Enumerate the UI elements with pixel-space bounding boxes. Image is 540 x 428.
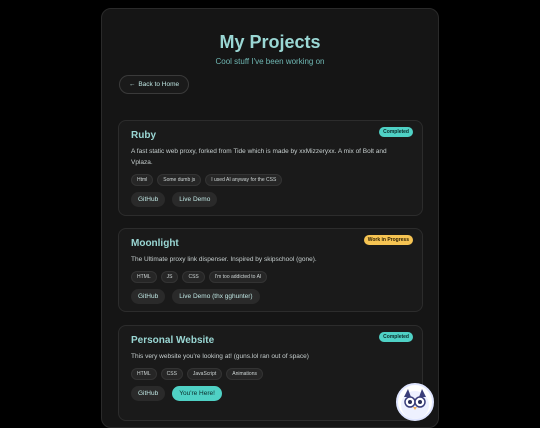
back-to-home-label: Back to Home <box>138 81 180 88</box>
projects-panel: My Projects Cool stuff I've been working… <box>101 8 439 428</box>
tech-tag: JavaScript <box>186 368 223 380</box>
tech-tag: HTML <box>131 271 157 283</box>
github-link[interactable]: GitHub <box>131 192 166 207</box>
tech-tag: Animations <box>226 368 263 380</box>
tech-tag: CSS <box>160 368 183 380</box>
tech-tag: HTML <box>131 368 157 380</box>
github-link[interactable]: GitHub <box>131 289 166 304</box>
project-card-personal-website: Personal Website Completed This very web… <box>118 325 423 421</box>
status-badge: Completed <box>379 332 413 342</box>
youre-here-button[interactable]: You're Here! <box>172 386 222 401</box>
github-link[interactable]: GitHub <box>131 386 166 401</box>
project-description: The Ultimate proxy link dispenser. Inspi… <box>131 256 317 263</box>
tech-tag: CSS <box>182 271 205 283</box>
owl-mascot-icon <box>401 389 429 419</box>
live-demo-link[interactable]: Live Demo (thx gghunter) <box>172 289 260 304</box>
status-badge: Work in Progress <box>363 235 413 245</box>
project-description: This very website you're looking at! (gu… <box>131 353 309 360</box>
project-card-ruby: Ruby Completed A fast static web proxy, … <box>118 120 423 216</box>
project-title: Personal Website <box>131 335 215 346</box>
tech-tag: JS <box>160 271 179 283</box>
tech-tag: Some dumb js <box>157 174 202 186</box>
back-to-home-button[interactable]: ← Back to Home <box>119 75 189 94</box>
project-title: Ruby <box>131 130 156 141</box>
project-description: A fast static web proxy, forked from Tid… <box>131 148 387 166</box>
tech-tag: I'm too addicted to AI <box>208 271 268 283</box>
page-subtitle: Cool stuff I've been working on <box>215 57 325 66</box>
page-title: My Projects <box>219 32 321 52</box>
project-title: Moonlight <box>131 238 179 249</box>
arrow-left-icon: ← <box>128 81 136 88</box>
live-demo-link[interactable]: Live Demo <box>172 192 218 207</box>
status-badge: Completed <box>379 127 413 137</box>
project-card-moonlight: Moonlight Work in Progress The Ultimate … <box>118 228 423 312</box>
tech-tag: Html <box>131 174 154 186</box>
tech-tag: I used AI anyway for the CSS <box>205 174 283 186</box>
avatar[interactable] <box>396 383 434 421</box>
